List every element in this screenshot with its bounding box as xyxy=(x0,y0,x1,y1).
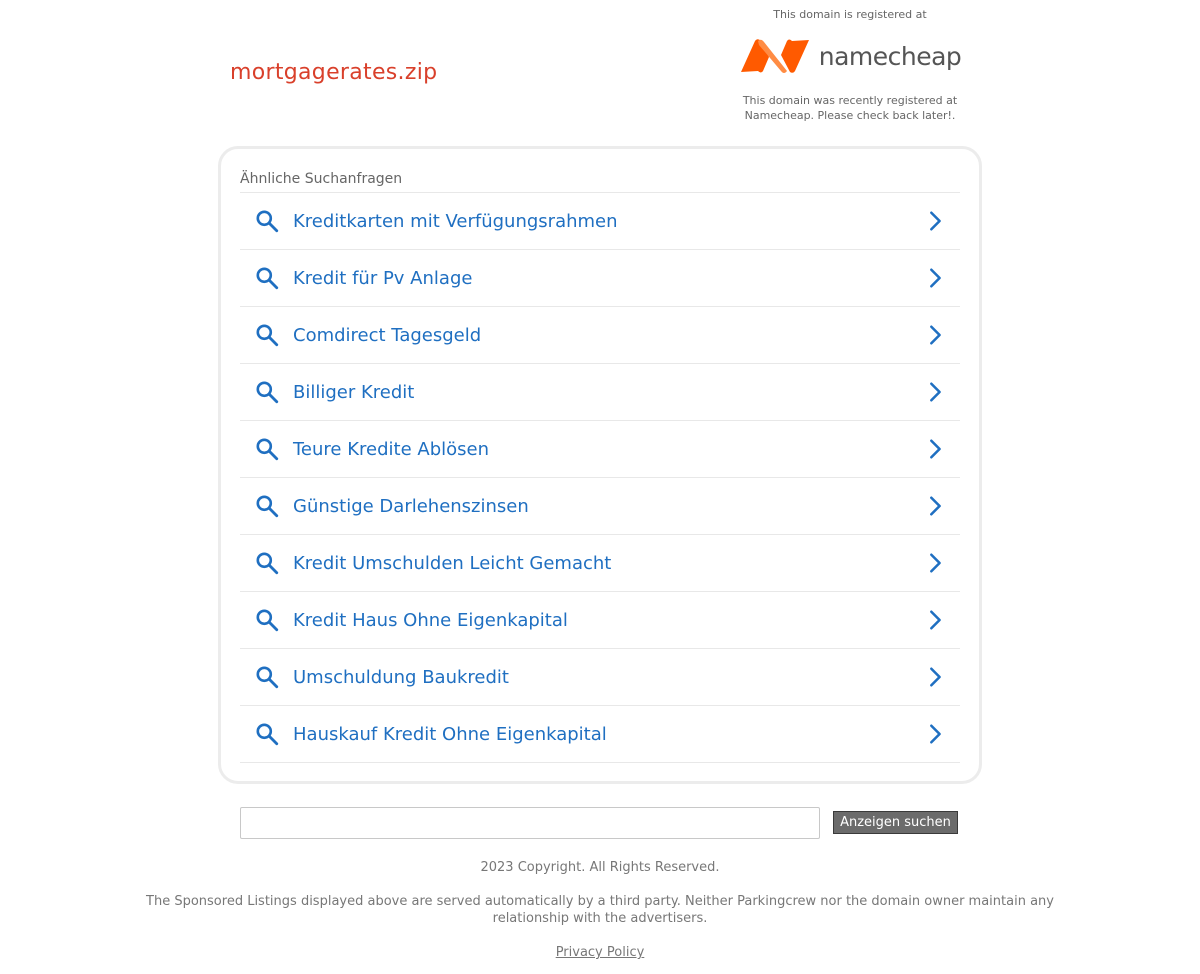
related-search-label: Umschuldung Baukredit xyxy=(293,666,509,688)
search-icon xyxy=(256,438,279,461)
related-search-label: Kredit für Pv Anlage xyxy=(293,267,473,289)
related-search-label: Comdirect Tagesgeld xyxy=(293,324,482,346)
search-icon xyxy=(256,267,279,290)
related-searches-heading: Ähnliche Suchanfragen xyxy=(240,171,403,187)
related-search-item[interactable]: Teure Kredite Ablösen xyxy=(240,421,960,478)
search-ads-button[interactable]: Anzeigen suchen xyxy=(833,811,958,834)
chevron-right-icon xyxy=(930,496,941,516)
related-search-item[interactable]: Billiger Kredit xyxy=(240,364,960,421)
registered-at-text: This domain is registered at xyxy=(773,8,927,21)
related-search-label: Günstige Darlehenszinsen xyxy=(293,495,529,517)
related-searches-list: Kreditkarten mit Verfügungsrahmen Kredit … xyxy=(240,192,960,763)
chevron-right-icon xyxy=(930,610,941,630)
search-bar: Anzeigen suchen xyxy=(240,807,960,839)
related-search-item[interactable]: Kredit Haus Ohne Eigenkapital xyxy=(240,592,960,649)
related-search-label: Kreditkarten mit Verfügungsrahmen xyxy=(293,210,618,232)
related-searches-card: Ähnliche Suchanfragen Kreditkarten mit V… xyxy=(218,146,982,784)
domain-title: mortgagerates.zip xyxy=(230,60,438,85)
privacy-policy-link[interactable]: Privacy Policy xyxy=(556,945,645,960)
privacy-policy: Privacy Policy xyxy=(0,944,1200,961)
namecheap-logo-text: namecheap xyxy=(818,41,962,71)
search-icon xyxy=(256,381,279,404)
chevron-right-icon xyxy=(930,553,941,573)
parked-domain-page: mortgagerates.zip This domain is registe… xyxy=(0,0,1200,974)
related-search-item[interactable]: Hauskauf Kredit Ohne Eigenkapital xyxy=(240,706,960,763)
related-search-item[interactable]: Kredit für Pv Anlage xyxy=(240,250,960,307)
related-search-item[interactable]: Günstige Darlehenszinsen xyxy=(240,478,960,535)
copyright-text: 2023 Copyright. All Rights Reserved. xyxy=(480,860,720,875)
registrar-box: This domain is registered at namecheap T… xyxy=(720,8,980,123)
chevron-right-icon xyxy=(930,667,941,687)
registrar-note: This domain was recently registered at N… xyxy=(742,94,958,122)
disclaimer-text: The Sponsored Listings displayed above a… xyxy=(0,893,1200,927)
related-search-item[interactable]: Umschuldung Baukredit xyxy=(240,649,960,706)
related-search-label: Billiger Kredit xyxy=(293,381,415,403)
related-search-item[interactable]: Kredit Umschulden Leicht Gemacht xyxy=(240,535,960,592)
search-icon xyxy=(256,495,279,518)
related-search-item[interactable]: Comdirect Tagesgeld xyxy=(240,307,960,364)
related-search-label: Teure Kredite Ablösen xyxy=(293,438,489,460)
search-icon xyxy=(256,609,279,632)
related-search-label: Kredit Haus Ohne Eigenkapital xyxy=(293,609,568,631)
chevron-right-icon xyxy=(930,325,941,345)
search-icon xyxy=(256,666,279,689)
chevron-right-icon xyxy=(930,724,941,744)
related-search-item[interactable]: Kreditkarten mit Verfügungsrahmen xyxy=(240,193,960,250)
chevron-right-icon xyxy=(930,439,941,459)
search-input[interactable] xyxy=(240,807,820,839)
related-search-label: Kredit Umschulden Leicht Gemacht xyxy=(293,552,612,574)
chevron-right-icon xyxy=(930,382,941,402)
chevron-right-icon xyxy=(930,211,941,231)
disclaimer-body: The Sponsored Listings displayed above a… xyxy=(146,894,1054,926)
search-icon xyxy=(256,552,279,575)
related-search-label: Hauskauf Kredit Ohne Eigenkapital xyxy=(293,723,607,745)
search-icon xyxy=(256,723,279,746)
chevron-right-icon xyxy=(930,268,941,288)
search-icon xyxy=(256,210,279,233)
namecheap-logo[interactable]: namecheap xyxy=(720,23,980,89)
namecheap-logo-icon xyxy=(740,39,809,73)
search-icon xyxy=(256,324,279,347)
